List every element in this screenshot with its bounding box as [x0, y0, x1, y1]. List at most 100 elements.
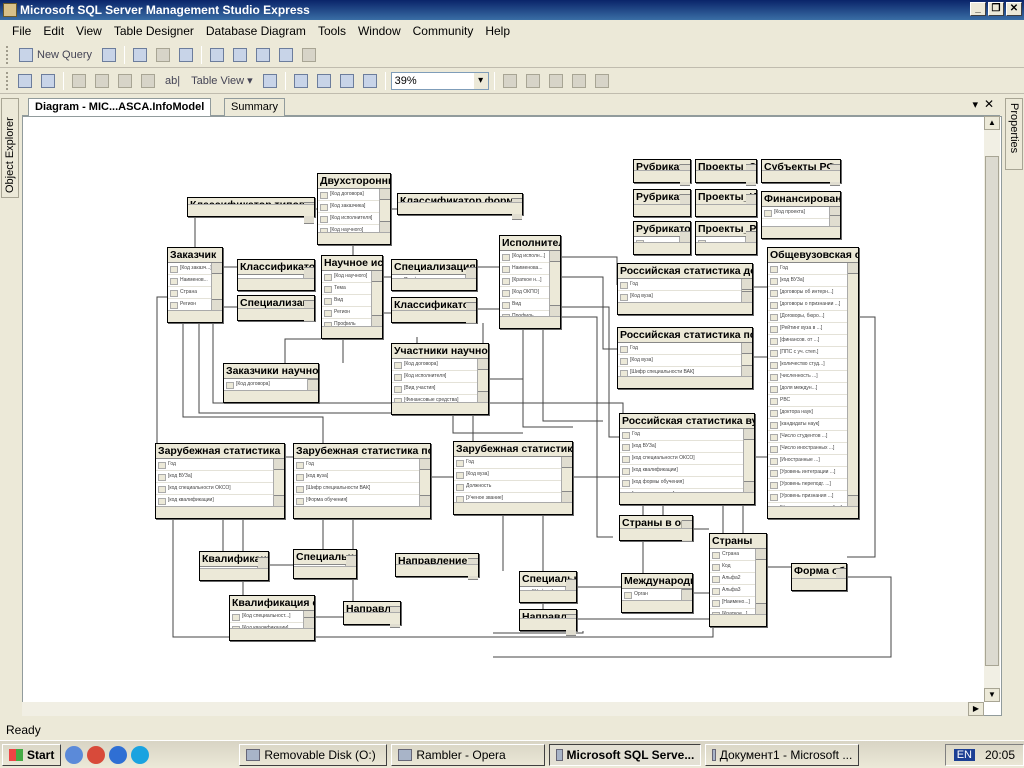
table-hscroll[interactable]	[696, 170, 756, 182]
table-hscroll[interactable]	[294, 506, 430, 518]
diagram-table[interactable]: Классификатор испВид	[391, 297, 477, 324]
table-column-row[interactable]: РВС	[768, 395, 858, 407]
diagram-table[interactable]: Специализация зПрофиль	[237, 295, 315, 322]
table-column-row[interactable]: [Иностранные ...]	[768, 455, 858, 467]
table-hscroll[interactable]	[520, 590, 576, 602]
diagram-table[interactable]: Квалификация спе[Код специальност...][Ко…	[229, 595, 315, 641]
toolbox-button[interactable]	[276, 45, 296, 65]
menu-community[interactable]: Community	[407, 24, 480, 38]
font-button[interactable]	[260, 71, 280, 91]
relationship-line[interactable]	[452, 415, 523, 434]
table-vscroll[interactable]	[755, 549, 766, 614]
table-column-row[interactable]: [доля междун...]	[768, 383, 858, 395]
diagram-table[interactable]: Квалификация[Код квалифи...]	[199, 551, 269, 581]
diagram-table[interactable]: Российская статистика довузовГод[Код вуз…	[617, 263, 753, 315]
diagram-table[interactable]: Классификатор типов научнТип	[187, 197, 315, 224]
table-column-row[interactable]: [кандидаты наук]	[768, 419, 858, 431]
diagram-table[interactable]: Проекты_Ру	[695, 221, 757, 255]
start-button[interactable]: Start	[2, 743, 62, 766]
table-hscroll[interactable]	[318, 232, 390, 244]
diagram-table[interactable]: Исполнитель[Код исполн...]Наименова...[К…	[499, 235, 561, 329]
xml-index-button[interactable]	[569, 71, 589, 91]
table-hscroll[interactable]	[322, 326, 382, 338]
table-hscroll[interactable]	[188, 204, 314, 216]
table-column-row[interactable]: [Код специальност...]	[230, 611, 314, 623]
diagram-table[interactable]: Специальнос[Шифр...][Специаль...]	[519, 571, 577, 603]
table-header[interactable]: Зарубежная статистика сот	[454, 442, 572, 457]
diagram-table[interactable]: Российская статистика вузовсГод[код ВУЗа…	[619, 413, 755, 505]
diagram-table[interactable]: Российская статистика послевузГод[Код ву…	[617, 327, 753, 389]
diagram-table[interactable]: Общевузовская статГод[код ВУЗа][договоры…	[767, 247, 859, 519]
table-vscroll[interactable]	[741, 279, 752, 302]
scroll-up-button[interactable]: ▲	[984, 116, 1000, 130]
table-header[interactable]: Научное иссле	[322, 256, 382, 271]
table-column-row[interactable]: [ППС с уч. степ.]	[768, 347, 858, 359]
diagram-table[interactable]: Классификатор з	[237, 259, 315, 291]
table-hscroll[interactable]	[762, 226, 840, 238]
diagram-table[interactable]: Зарубежная статистика сотГод[Код вуза]До…	[453, 441, 573, 515]
table-hscroll[interactable]	[696, 204, 756, 216]
relationships-button[interactable]	[337, 71, 357, 91]
table-column-row[interactable]: [код квалификации]	[620, 465, 754, 477]
table-column-row[interactable]: [договоры об интерн...]	[768, 287, 858, 299]
table-vscroll[interactable]	[741, 343, 752, 376]
vertical-scrollbar[interactable]: ▲ ▼	[984, 116, 1000, 702]
table-hscroll[interactable]	[200, 568, 268, 580]
table-column-row[interactable]: [Уровень переподг. ...]	[768, 479, 858, 491]
table-column-row[interactable]: [финансов. от ...]	[768, 335, 858, 347]
table-header[interactable]: Финансирование	[762, 192, 840, 207]
tab-list-dropdown[interactable]: ▾	[972, 98, 978, 111]
table-vscroll[interactable]	[743, 429, 754, 492]
table-column-row[interactable]: [код ВУЗа]	[620, 441, 754, 453]
diagram-table[interactable]: Форма обучения[Код фо...]	[791, 563, 847, 591]
table-hscroll[interactable]	[454, 502, 572, 514]
table-column-row[interactable]: [Рейтинг вуза в ...]	[768, 323, 858, 335]
table-vscroll[interactable]	[273, 459, 284, 506]
save-all-button[interactable]	[176, 45, 196, 65]
diagram-table[interactable]: Заказчики научного и[Код договора]	[223, 363, 319, 403]
relationship-line[interactable]	[561, 306, 619, 438]
indexes-button[interactable]	[546, 71, 566, 91]
restore-button[interactable]: ❐	[988, 2, 1004, 16]
object-explorer-tab[interactable]: Object Explorer	[1, 98, 19, 198]
table-column-row[interactable]: Год	[620, 429, 754, 441]
table-column-row[interactable]: [Код исполнителя]	[392, 371, 488, 383]
diagram-table[interactable]: Проекты_За[Код проекта]	[695, 159, 757, 186]
table-hscroll[interactable]	[792, 578, 846, 590]
diagram-table[interactable]: Научное иссле[Код научного]ТемаВидРегион…	[321, 255, 383, 339]
zoom-dropdown[interactable]: 39%	[390, 71, 489, 90]
remove-button[interactable]	[92, 71, 112, 91]
table-column-row[interactable]: Год	[618, 279, 752, 291]
table-column-row[interactable]: [код ВУЗа]	[768, 275, 858, 287]
generate-script-button[interactable]	[115, 71, 135, 91]
table-column-row[interactable]: [Код вуза]	[454, 469, 572, 481]
diagram-table[interactable]: Финансирование[Код проекта]	[761, 191, 841, 239]
table-hscroll[interactable]	[710, 614, 766, 626]
table-header[interactable]: Исполнитель	[500, 236, 560, 251]
new-table-button[interactable]	[38, 71, 58, 91]
table-header[interactable]: Зарубежная статистика вузо	[156, 444, 284, 459]
table-vscroll[interactable]	[549, 251, 560, 316]
table-column-row[interactable]: [договоры о признании ...]	[768, 299, 858, 311]
table-vscroll[interactable]	[477, 359, 488, 402]
table-column-row[interactable]: [Вид участия]	[392, 383, 488, 395]
table-header[interactable]: Участники научного и	[392, 344, 488, 359]
horizontal-scrollbar[interactable]: ▶	[22, 702, 984, 716]
table-column-row[interactable]: [количество студ...]	[768, 359, 858, 371]
table-column-row[interactable]: [Уровень интеграции ...]	[768, 467, 858, 479]
table-vscroll[interactable]	[379, 189, 390, 232]
table-hscroll[interactable]	[398, 202, 522, 214]
table-hscroll[interactable]	[634, 170, 690, 182]
table-hscroll[interactable]	[392, 402, 488, 414]
table-vscroll[interactable]	[847, 263, 858, 506]
new-query-button[interactable]: New Query	[15, 45, 96, 65]
task-removable-disk[interactable]: Removable Disk (O:)	[239, 743, 388, 766]
diagram-table[interactable]: Направления[Код напр...]	[343, 601, 401, 628]
table-hscroll[interactable]	[238, 308, 314, 320]
skype-icon[interactable]	[131, 745, 150, 764]
task-word[interactable]: Документ1 - Microsoft ...	[705, 743, 860, 766]
properties-button[interactable]	[253, 45, 273, 65]
table-column-row[interactable]: [код вуза]	[294, 471, 430, 483]
new-file-button[interactable]	[99, 45, 119, 65]
menu-edit[interactable]: Edit	[37, 24, 70, 38]
